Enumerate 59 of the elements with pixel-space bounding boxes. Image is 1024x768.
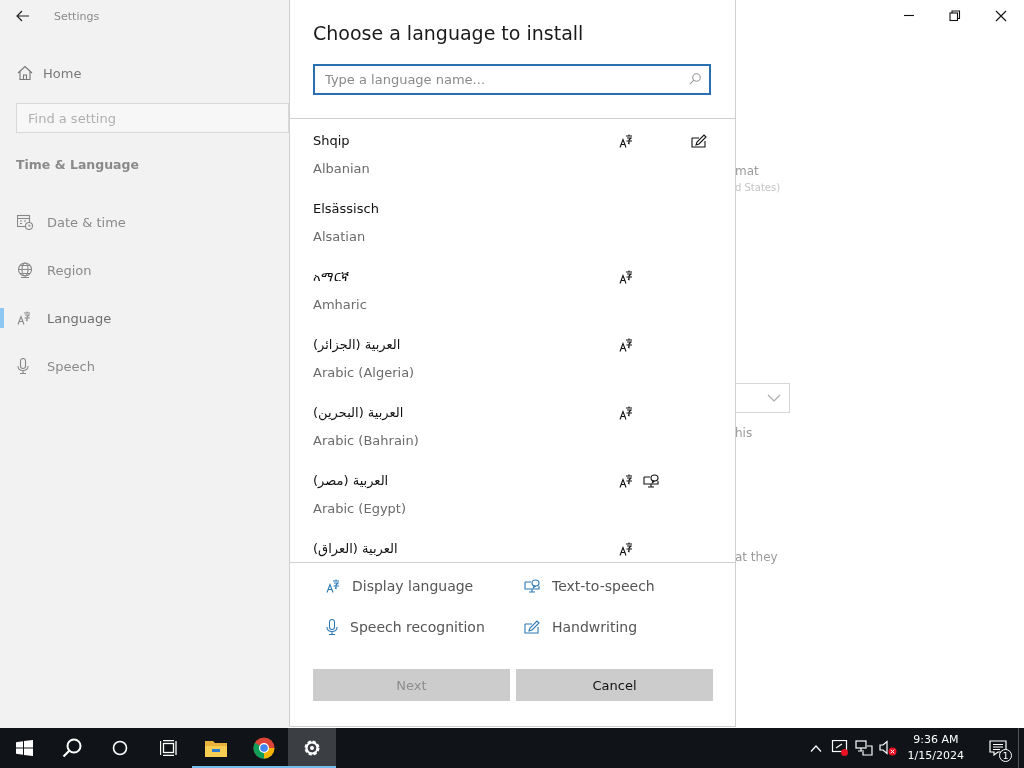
notification-count: 1	[999, 749, 1012, 762]
microphone-icon	[17, 358, 29, 374]
search-icon	[689, 73, 701, 85]
clock-time[interactable]: 9:36 AM	[913, 732, 959, 748]
restore-icon[interactable]	[949, 10, 961, 22]
language-name[interactable]: العربية (البحرين)	[313, 403, 404, 423]
language-english-name[interactable]: Alsatian	[313, 227, 366, 247]
language-name[interactable]: Shqip	[313, 131, 350, 151]
nav-item[interactable]: Language	[0, 306, 112, 330]
language-name[interactable]: አማርኛ	[313, 267, 349, 287]
cancel-button[interactable]: Cancel	[516, 669, 713, 701]
chrome-icon[interactable]	[253, 737, 275, 759]
display-language-icon	[17, 311, 31, 325]
task-view-icon[interactable]	[159, 740, 177, 756]
folder-icon[interactable]	[205, 739, 227, 757]
network-warning-icon[interactable]	[830, 740, 849, 756]
gear-icon[interactable]	[302, 738, 322, 758]
home-icon	[17, 65, 33, 81]
dialog-title: Choose a language to install	[313, 22, 584, 44]
home-link[interactable]: Home	[17, 65, 82, 81]
nav-item[interactable]: Date & time	[0, 210, 126, 234]
legend-label: Display language	[352, 578, 474, 594]
language-name[interactable]: العربية (الجزائر)	[313, 335, 401, 355]
muted-speaker-icon[interactable]	[878, 740, 897, 756]
setting-text: mat	[735, 163, 760, 179]
setting-text: at they	[735, 549, 779, 565]
back-arrow-icon[interactable]	[16, 10, 30, 22]
network-icon[interactable]	[854, 740, 873, 756]
pen-on-pad-icon	[524, 620, 540, 634]
nav-item[interactable]: Region	[0, 258, 92, 282]
circle-icon[interactable]	[112, 740, 128, 756]
section-heading: Time & Language	[16, 157, 140, 172]
chevron-down-icon	[767, 394, 781, 402]
language-english-name[interactable]: Amharic	[313, 295, 367, 315]
close-icon[interactable]	[995, 10, 1007, 22]
microphone-icon	[326, 619, 338, 635]
search-field[interactable]: Type a language name...	[313, 64, 711, 95]
display-language-icon	[326, 579, 340, 593]
globe-icon	[17, 262, 33, 278]
setting-text: his	[735, 425, 754, 441]
clock-date[interactable]: 1/15/2024	[907, 748, 964, 764]
legend-label: Handwriting	[552, 619, 638, 635]
search-icon[interactable]	[62, 738, 82, 758]
window-title: Settings	[54, 9, 100, 23]
language-english-name[interactable]: Arabic (Bahrain)	[313, 431, 419, 451]
start-icon[interactable]	[15, 740, 33, 756]
language-name[interactable]: العربية (العراق)	[313, 539, 398, 559]
taskbar-button[interactable]	[288, 728, 336, 768]
calendar-clock-icon	[17, 214, 33, 230]
language-english-name[interactable]: Arabic (Algeria)	[313, 363, 415, 383]
language-name[interactable]: العربية (مصر)	[313, 471, 389, 491]
text-to-speech-icon	[524, 579, 540, 593]
language-english-name[interactable]: Arabic (Egypt)	[313, 499, 406, 519]
language-name[interactable]: Elsässisch	[313, 199, 379, 219]
nav-item[interactable]: Speech	[0, 354, 95, 378]
legend-label: Speech recognition	[350, 619, 485, 635]
chevron-up-icon[interactable]	[809, 744, 822, 752]
language-english-name[interactable]: Albanian	[313, 159, 370, 179]
legend-label: Text-to-speech	[552, 578, 655, 594]
